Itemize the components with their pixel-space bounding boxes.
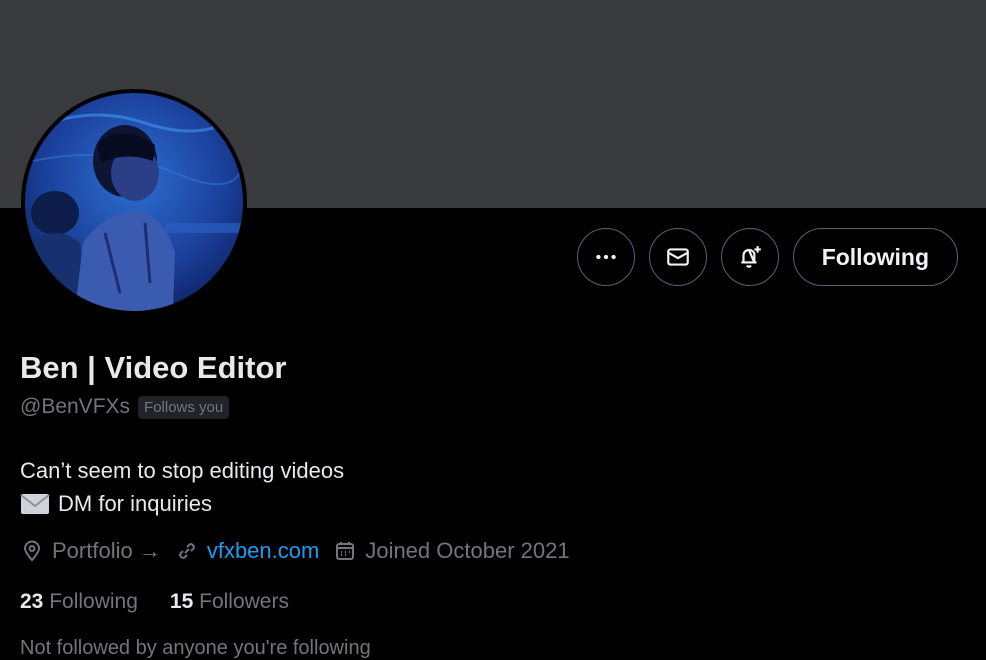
location-item: Portfolio → [20, 538, 161, 564]
website-item[interactable]: vfxben.com [175, 538, 320, 564]
profile-actions: Following [576, 228, 958, 286]
followers-count: 15 [169, 590, 194, 613]
bell-plus-icon [741, 246, 761, 268]
bio-line-1-text: Can’t seem to stop editing videos [20, 458, 345, 483]
followers-count-link[interactable]: 15 Followers [170, 590, 289, 614]
following-label: Following [49, 590, 138, 613]
avatar-photo [25, 93, 243, 311]
joined-item: Joined October 2021 [333, 538, 570, 564]
bio-line-1: Can’t seem to stop editing videos [20, 454, 344, 487]
follow-counts: 23 Following 15 Followers [20, 590, 289, 614]
website-link[interactable]: vfxben.com [207, 538, 320, 564]
message-button[interactable] [648, 228, 707, 286]
more-button[interactable] [576, 228, 635, 286]
following-count: 23 [20, 590, 44, 613]
bio-line-2: DM for inquiries [20, 487, 344, 520]
handle-row: @BenVFXs Follows you [20, 395, 230, 419]
notify-button[interactable] [720, 228, 779, 286]
envelope-emoji-icon [20, 493, 50, 514]
bio-line-2-text: DM for inquiries [58, 491, 213, 516]
handle: @BenVFXs [20, 395, 131, 418]
location-pin-icon [23, 540, 41, 562]
follows-you-badge: Follows you [138, 395, 230, 419]
link-icon [179, 543, 195, 559]
followers-label: Followers [199, 590, 289, 613]
joined-text: Joined October 2021 [365, 538, 570, 563]
mail-icon [666, 248, 689, 266]
display-name: Ben | Video Editor [20, 350, 287, 385]
avatar[interactable] [21, 89, 247, 315]
profile-meta: Portfolio → vfxben.com Joined October 20… [20, 538, 570, 564]
more-icon [595, 254, 616, 260]
following-count-link[interactable]: 23 Following [20, 590, 138, 614]
followed-by-text: Not followed by anyone you're following [20, 637, 371, 659]
bio: Can’t seem to stop editing videos DM for… [20, 454, 344, 520]
following-button[interactable]: Following [792, 228, 958, 286]
calendar-icon [336, 542, 355, 560]
location-text: Portfolio → [52, 538, 161, 563]
